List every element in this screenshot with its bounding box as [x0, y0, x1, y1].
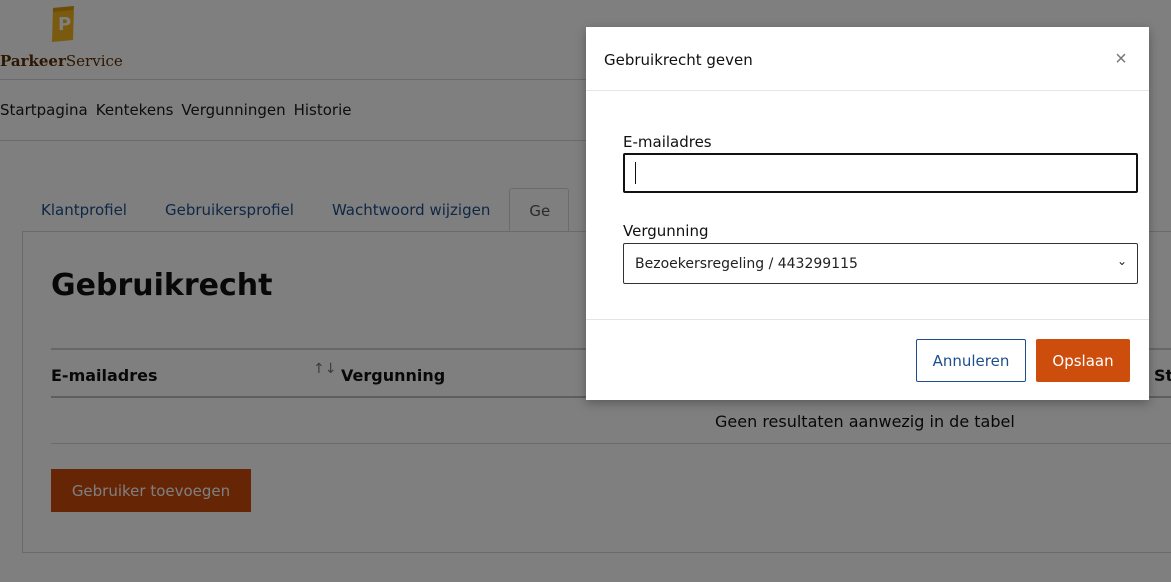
dialog-footer-divider: [586, 319, 1149, 320]
email-field[interactable]: [623, 153, 1138, 193]
cancel-button[interactable]: Annuleren: [916, 339, 1026, 382]
dialog-header: Gebruikrecht geven ×: [586, 27, 1149, 91]
license-select[interactable]: Bezoekersregeling / 443299115 ⌄: [623, 243, 1138, 284]
save-button[interactable]: Opslaan: [1036, 339, 1130, 382]
grant-usage-dialog: Gebruikrecht geven × E-mailadres Vergunn…: [586, 27, 1149, 400]
dialog-title: Gebruikrecht geven: [604, 51, 753, 69]
text-caret: [635, 162, 636, 184]
license-select-value: Bezoekersregeling / 443299115: [635, 256, 858, 272]
chevron-down-icon: ⌄: [1116, 254, 1127, 268]
email-label: E-mailadres: [623, 133, 712, 151]
license-label: Vergunning: [623, 222, 709, 240]
close-icon[interactable]: ×: [1109, 45, 1133, 73]
